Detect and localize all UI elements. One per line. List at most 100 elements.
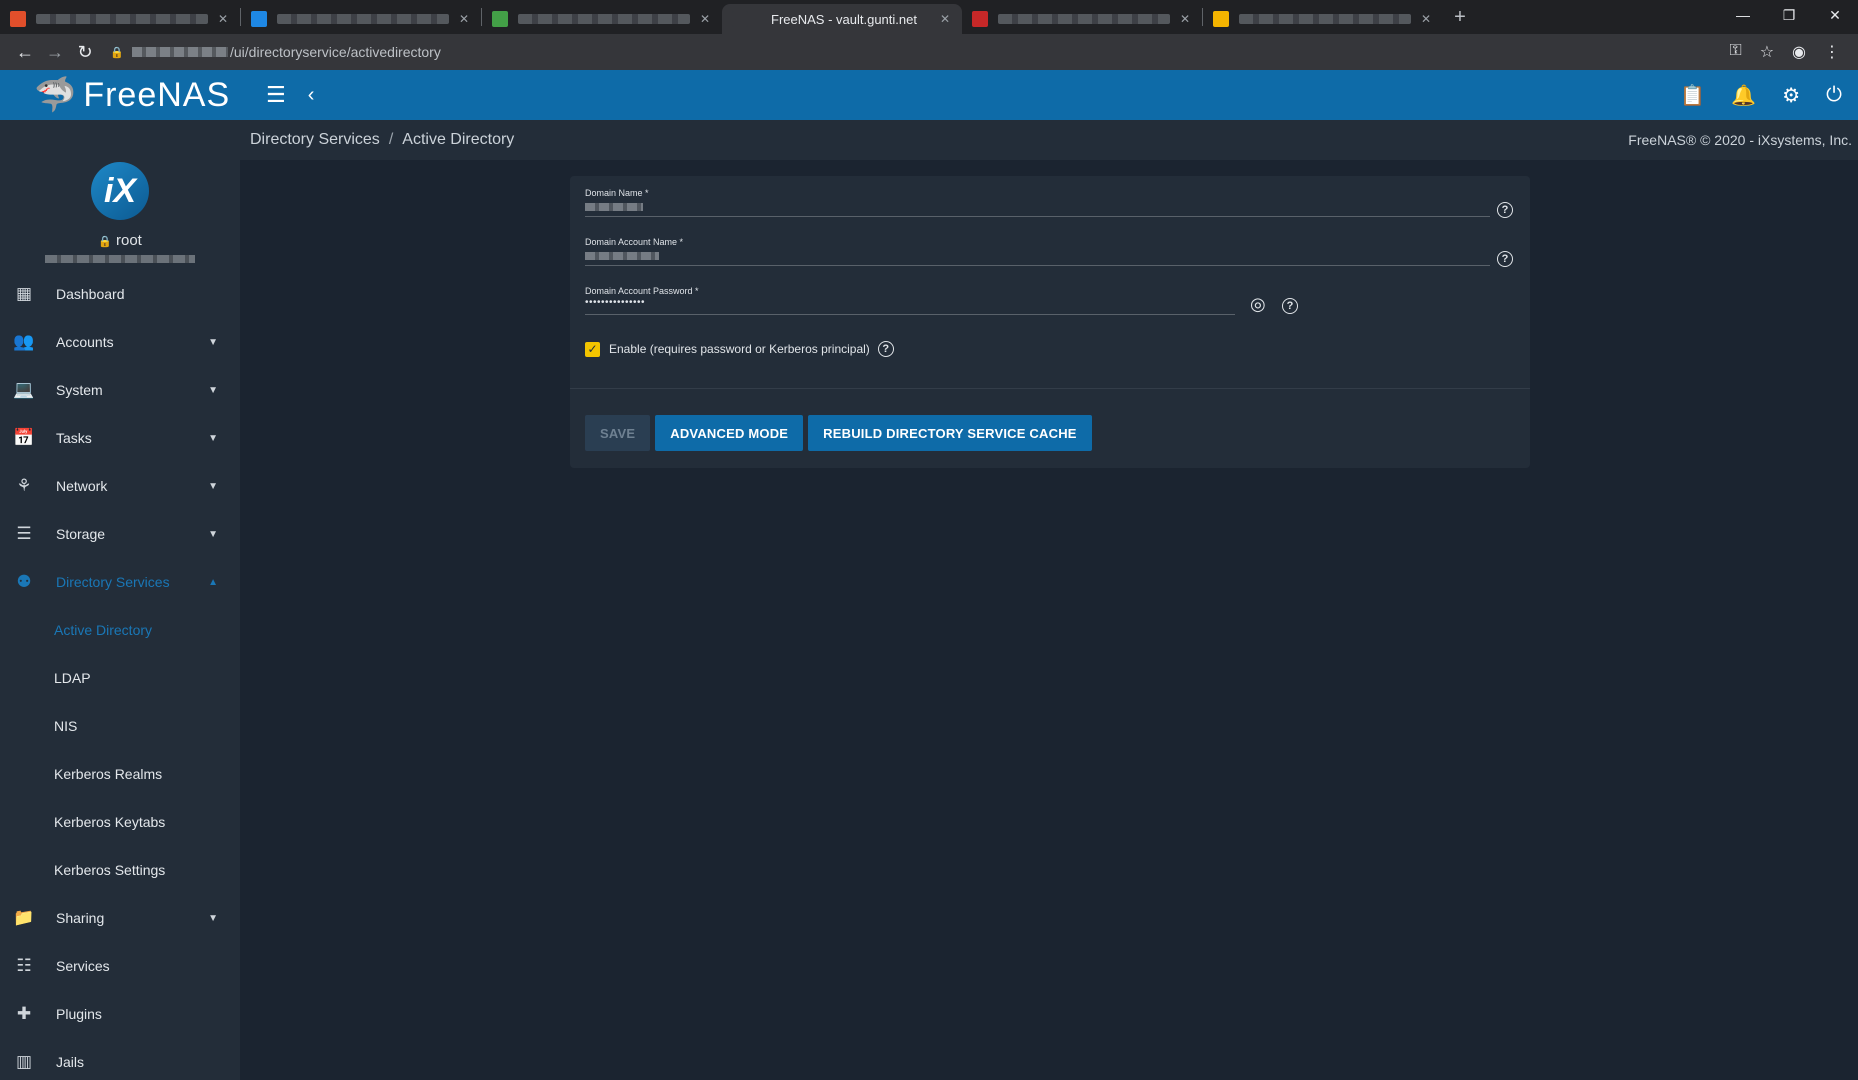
sidebar-item-directory-services[interactable]: ⚉ Directory Services ▲ [0, 558, 240, 606]
close-tab-icon[interactable]: ✕ [216, 12, 230, 26]
browser-tab[interactable]: ✕ [962, 4, 1202, 34]
browser-tab[interactable]: ✕ [1203, 4, 1443, 34]
sidebar-subitem-kerberos-realms[interactable]: Kerberos Realms [0, 750, 240, 798]
domain-account-name-field[interactable]: Domain Account Name * ? [585, 237, 1515, 267]
favicon-icon [492, 11, 508, 27]
dashboard-icon: ▦ [15, 284, 33, 303]
menu-kebab-icon[interactable]: ⋮ [1824, 42, 1840, 62]
services-icon: ☷ [16, 956, 32, 975]
sidebar-item-system[interactable]: 💻 System ▼ [0, 366, 240, 414]
save-button[interactable]: SAVE [585, 415, 651, 451]
sidebar-item-services[interactable]: ☷ Services [0, 942, 240, 990]
tasks-icon: 📅 [13, 428, 35, 447]
address-bar: ← → ↻ 🔒 /ui/directoryservice/activedirec… [0, 34, 1858, 70]
freenas-logo[interactable]: 🦈 FreeNAS [0, 75, 240, 115]
caret-down-icon: ▼ [208, 336, 218, 348]
domain-account-name-label: Domain Account Name * [585, 237, 684, 247]
breadcrumb-current: Active Directory [402, 131, 515, 148]
sidebar-subitem-kerberos-settings[interactable]: Kerberos Settings [0, 846, 240, 894]
hostname-redacted [45, 255, 195, 263]
copyright: FreeNAS® © 2020 - iXsystems, Inc. [1628, 132, 1852, 148]
sidebar-item-sharing[interactable]: 📁 Sharing ▼ [0, 894, 240, 942]
sidebar-subitem-active-directory[interactable]: Active Directory [0, 606, 240, 654]
rebuild-cache-button[interactable]: REBUILD DIRECTORY SERVICE CACHE [808, 415, 1092, 451]
url-field[interactable]: 🔒 /ui/directoryservice/activedirectory [110, 38, 1730, 66]
sidebar-subitem-kerberos-keytabs[interactable]: Kerberos Keytabs [0, 798, 240, 846]
profile-icon[interactable]: ◉ [1792, 42, 1806, 62]
restore-icon[interactable]: ❐ [1766, 0, 1812, 30]
username: root [116, 232, 142, 249]
sidebar-item-plugins[interactable]: ✚ Plugins [0, 990, 240, 1038]
eye-off-icon[interactable]: ◎ [1250, 294, 1266, 315]
sidebar-item-storage[interactable]: ☰ Storage ▼ [0, 510, 240, 558]
favicon-icon [10, 11, 26, 27]
close-tab-icon[interactable]: ✕ [457, 12, 471, 26]
close-window-icon[interactable]: ✕ [1812, 0, 1858, 30]
ix-logo: iX [91, 162, 149, 220]
caret-down-icon: ▼ [208, 384, 218, 396]
help-icon[interactable]: ? [877, 341, 894, 357]
help-icon[interactable]: ? [1497, 202, 1513, 218]
sidebar-subitem-nis[interactable]: NIS [0, 702, 240, 750]
sharing-icon: 📁 [13, 908, 35, 927]
close-tab-icon[interactable]: ✕ [698, 12, 712, 26]
help-icon[interactable]: ? [1497, 251, 1513, 267]
bell-icon[interactable]: 🔔 [1731, 83, 1756, 108]
tab-title: FreeNAS - vault.gunti.net [771, 11, 917, 27]
sidebar-item-tasks[interactable]: 📅 Tasks ▼ [0, 414, 240, 462]
chevron-left-icon[interactable]: ‹ [308, 84, 315, 107]
breadcrumb: Directory Services / Active Directory Fr… [240, 120, 1858, 160]
plugins-icon: ✚ [16, 1004, 32, 1023]
caret-down-icon: ▼ [208, 912, 218, 924]
sidebar: iX 🔒 root ▦ Dashboard 👥 Accounts ▼ 💻 Sys… [0, 120, 240, 1080]
favicon-icon [972, 11, 988, 27]
close-tab-icon[interactable]: ✕ [1178, 12, 1192, 26]
sidebar-subitem-ldap[interactable]: LDAP [0, 654, 240, 702]
enable-label[interactable]: Enable (requires password or Kerberos pr… [609, 342, 870, 356]
close-tab-icon[interactable]: ✕ [1419, 12, 1433, 26]
browser-tab[interactable]: ✕ [0, 4, 240, 34]
sidebar-item-dashboard[interactable]: ▦ Dashboard [0, 270, 240, 318]
browser-tab-active[interactable]: FreeNAS - vault.gunti.net ✕ [722, 4, 962, 34]
browser-tab[interactable]: ✕ [482, 4, 722, 34]
accounts-icon: 👥 [13, 332, 35, 351]
bookmark-star-icon[interactable]: ☆ [1760, 42, 1774, 62]
clipboard-icon[interactable]: 📋 [1680, 83, 1705, 108]
lock-icon: 🔒 [98, 236, 112, 248]
hamburger-menu-icon[interactable]: ☰ [266, 82, 286, 108]
caret-up-icon: ▲ [208, 576, 218, 588]
active-directory-form: Domain Name * ? Domain Account Name * ? … [570, 176, 1530, 468]
domain-account-password-field[interactable]: Domain Account Password * ••••••••••••••… [585, 286, 1515, 315]
power-icon[interactable]: ⏻ [1826, 84, 1842, 107]
gear-icon[interactable]: ⚙ [1782, 83, 1800, 108]
key-icon[interactable]: ⚿ [1730, 42, 1742, 62]
form-actions: SAVE ADVANCED MODE REBUILD DIRECTORY SER… [585, 415, 1092, 451]
sidebar-item-network[interactable]: ⚘ Network ▼ [0, 462, 240, 510]
sidebar-item-jails[interactable]: ▥ Jails [0, 1038, 240, 1080]
logo-text: FreeNAS [83, 75, 231, 114]
divider [570, 388, 1530, 389]
forward-icon[interactable]: → [40, 42, 70, 63]
app-topbar: 🦈 FreeNAS ☰ ‹ 📋 🔔 ⚙ ⏻ [0, 70, 1858, 120]
favicon-icon [251, 11, 267, 27]
sidebar-item-accounts[interactable]: 👥 Accounts ▼ [0, 318, 240, 366]
caret-down-icon: ▼ [208, 480, 218, 492]
domain-name-field[interactable]: Domain Name * ? [585, 188, 1515, 218]
enable-checkbox-row: ✓ Enable (requires password or Kerberos … [585, 341, 894, 357]
main-content: Directory Services / Active Directory Fr… [240, 120, 1858, 1080]
browser-tab-strip: ✕ ✕ ✕ FreeNAS - vault.gunti.net ✕ ✕ ✕ + —… [0, 0, 1858, 34]
close-tab-icon[interactable]: ✕ [938, 12, 952, 26]
browser-tab[interactable]: ✕ [241, 4, 481, 34]
domain-account-password-label: Domain Account Password * [585, 286, 699, 296]
enable-checkbox[interactable]: ✓ [585, 341, 600, 357]
domain-account-name-value-redacted [585, 252, 659, 260]
back-icon[interactable]: ← [10, 42, 40, 63]
breadcrumb-parent[interactable]: Directory Services [250, 131, 380, 149]
new-tab-icon[interactable]: + [1443, 6, 1477, 29]
advanced-mode-button[interactable]: ADVANCED MODE [655, 415, 804, 451]
minimize-icon[interactable]: — [1720, 0, 1766, 30]
caret-down-icon: ▼ [208, 528, 218, 540]
help-icon[interactable]: ? [1282, 298, 1298, 314]
reload-icon[interactable]: ↻ [70, 42, 100, 63]
window-controls: — ❐ ✕ [1720, 0, 1858, 30]
